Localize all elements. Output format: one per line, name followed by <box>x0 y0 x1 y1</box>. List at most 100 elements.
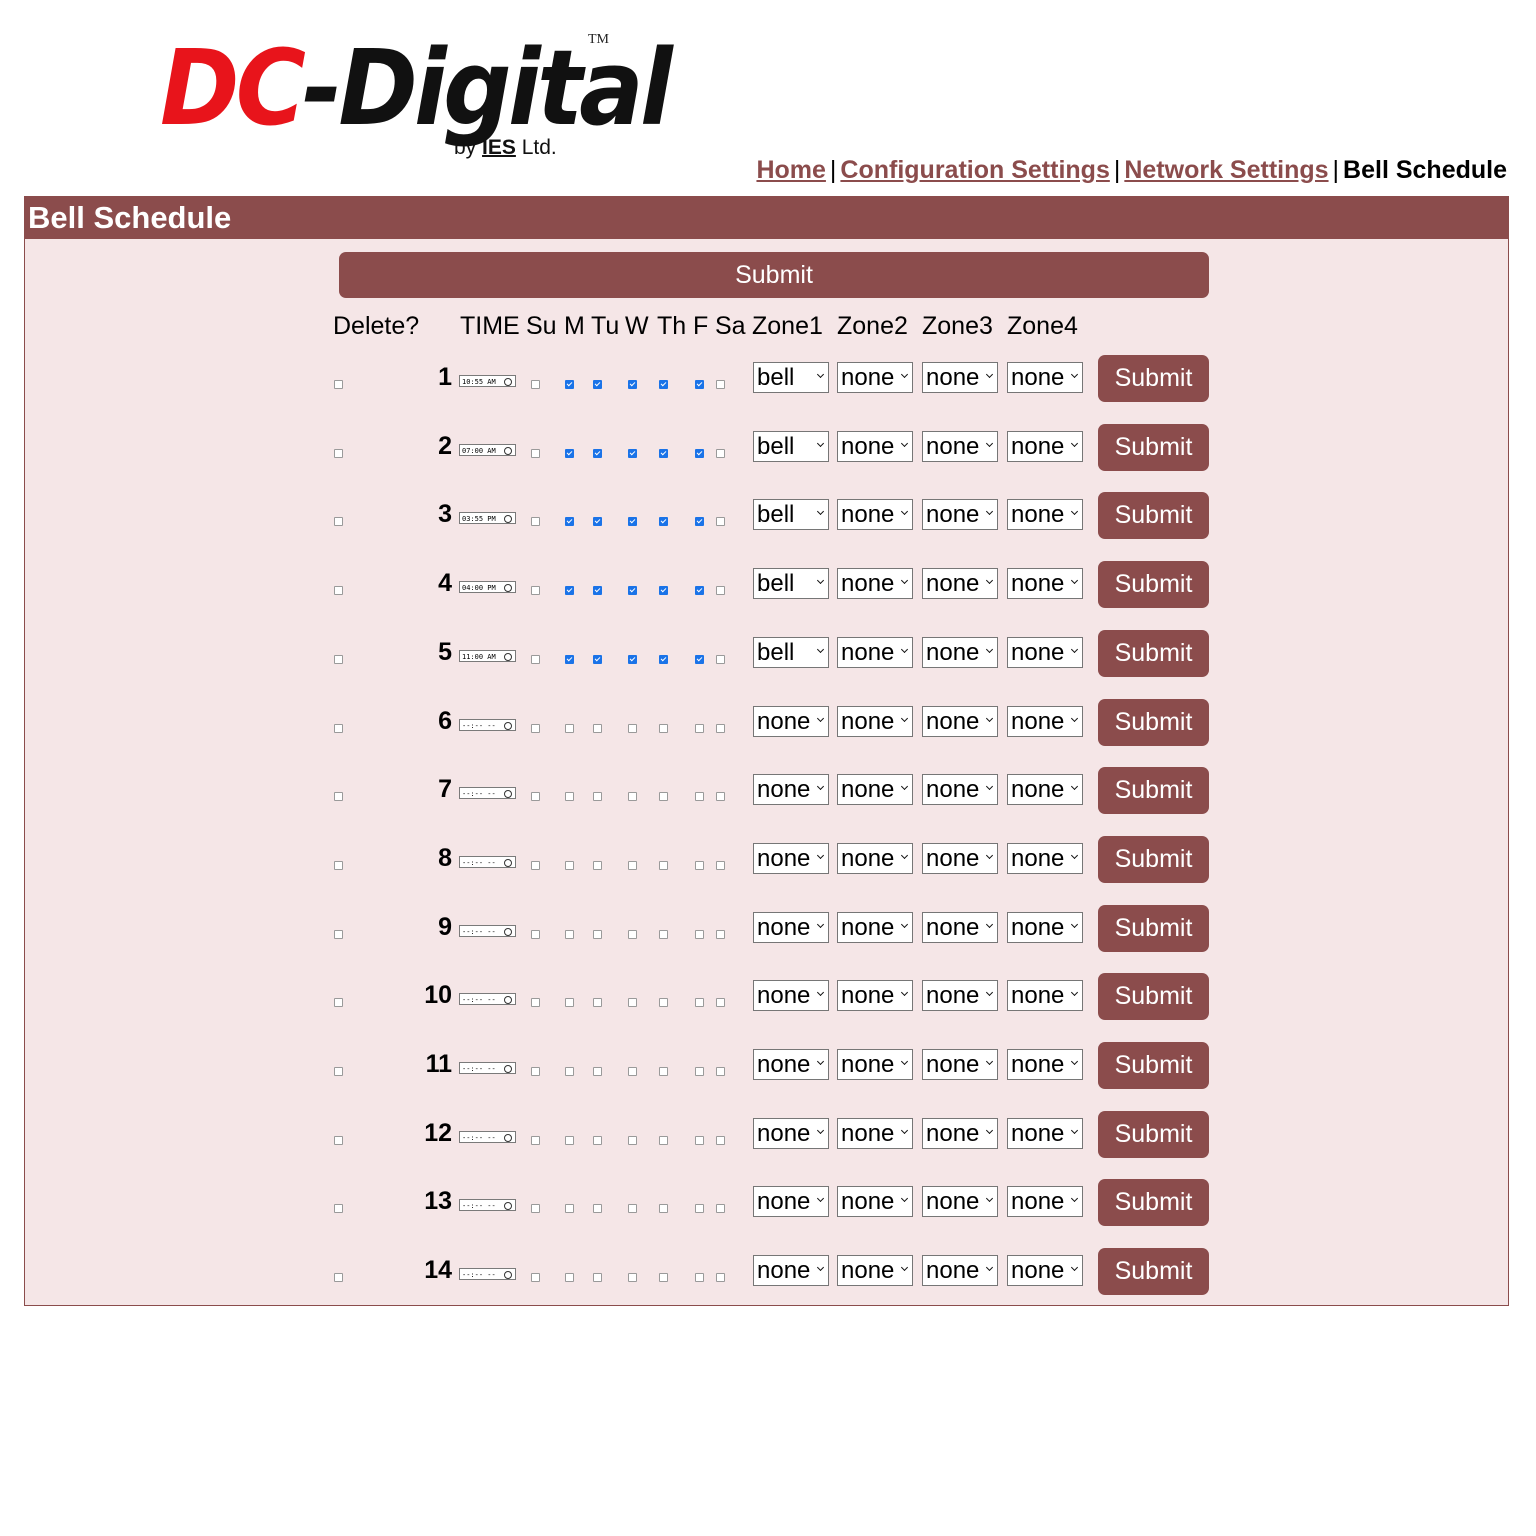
row-submit-button[interactable]: Submit <box>1098 355 1209 402</box>
zone3-select[interactable]: none <box>922 430 998 462</box>
zone1-select[interactable]: bell <box>753 499 829 531</box>
time-input[interactable]: 03:55 PM <box>459 512 516 525</box>
zone4-select[interactable]: none <box>1007 911 1083 943</box>
day-checkbox-sa[interactable] <box>716 1273 725 1283</box>
day-checkbox-su[interactable] <box>531 517 540 527</box>
day-checkbox-tu[interactable] <box>593 380 602 389</box>
zone1-select[interactable]: none <box>753 1255 829 1287</box>
zone1-select[interactable]: none <box>753 1117 829 1149</box>
day-checkbox-su[interactable] <box>531 1204 540 1214</box>
zone2-select[interactable]: none <box>837 636 913 668</box>
clock-icon[interactable] <box>504 446 512 455</box>
zone3-select[interactable]: none <box>922 774 998 806</box>
zone4-select[interactable]: none <box>1007 636 1083 668</box>
zone2-select[interactable]: none <box>837 362 913 393</box>
time-input[interactable]: 07:00 AM <box>459 443 516 456</box>
zone1-select[interactable]: none <box>753 774 829 806</box>
day-checkbox-w[interactable] <box>628 1067 637 1076</box>
zone3-select[interactable]: none <box>922 636 998 668</box>
zone4-select[interactable]: none <box>1007 842 1083 874</box>
delete-checkbox[interactable] <box>334 1067 343 1076</box>
zone2-select[interactable]: none <box>837 1186 913 1218</box>
zone2-select[interactable]: none <box>837 568 913 600</box>
clock-icon[interactable] <box>504 378 512 386</box>
time-input[interactable]: 10:55 AM <box>459 375 516 387</box>
zone4-select[interactable]: none <box>1007 1117 1083 1149</box>
delete-checkbox[interactable] <box>334 1135 343 1145</box>
row-submit-button[interactable]: Submit <box>1098 1179 1209 1227</box>
zone3-select[interactable]: none <box>922 1255 998 1287</box>
day-checkbox-su[interactable] <box>531 998 540 1008</box>
day-checkbox-w[interactable] <box>628 448 637 458</box>
zone1-select[interactable]: none <box>753 705 829 737</box>
row-submit-button[interactable]: Submit <box>1098 492 1209 540</box>
day-checkbox-f[interactable] <box>695 1273 704 1283</box>
clock-icon[interactable] <box>504 652 512 661</box>
day-checkbox-w[interactable] <box>628 792 637 802</box>
day-checkbox-th[interactable] <box>659 517 668 527</box>
day-checkbox-tu[interactable] <box>593 586 602 596</box>
day-checkbox-f[interactable] <box>695 517 704 527</box>
clock-icon[interactable] <box>504 1133 512 1142</box>
day-checkbox-th[interactable] <box>659 929 668 939</box>
zone1-select[interactable]: bell <box>753 568 829 600</box>
day-checkbox-w[interactable] <box>628 929 637 939</box>
day-checkbox-th[interactable] <box>659 723 668 733</box>
day-checkbox-sa[interactable] <box>716 380 725 389</box>
row-submit-button[interactable]: Submit <box>1098 629 1209 677</box>
clock-icon[interactable] <box>504 996 512 1005</box>
day-checkbox-su[interactable] <box>531 792 540 802</box>
zone3-select[interactable]: none <box>922 842 998 874</box>
zone2-select[interactable]: none <box>837 1049 913 1080</box>
delete-checkbox[interactable] <box>334 586 343 596</box>
zone4-select[interactable]: none <box>1007 1049 1083 1080</box>
delete-checkbox[interactable] <box>334 380 343 389</box>
day-checkbox-m[interactable] <box>565 929 574 939</box>
day-checkbox-w[interactable] <box>628 380 637 389</box>
time-input[interactable]: --:-- -- <box>459 1062 516 1074</box>
row-submit-button[interactable]: Submit <box>1098 423 1209 471</box>
day-checkbox-su[interactable] <box>531 380 540 389</box>
zone1-select[interactable]: none <box>753 1186 829 1218</box>
delete-checkbox[interactable] <box>334 1273 343 1283</box>
delete-checkbox[interactable] <box>334 998 343 1008</box>
time-input[interactable]: --:-- -- <box>459 1268 516 1281</box>
zone2-select[interactable]: none <box>837 1117 913 1149</box>
day-checkbox-w[interactable] <box>628 586 637 596</box>
day-checkbox-f[interactable] <box>695 448 704 458</box>
row-submit-button[interactable]: Submit <box>1098 1110 1209 1158</box>
day-checkbox-m[interactable] <box>565 1204 574 1214</box>
time-input[interactable]: --:-- -- <box>459 787 516 800</box>
day-checkbox-f[interactable] <box>695 998 704 1008</box>
nav-configuration-settings-link[interactable]: Configuration Settings <box>840 156 1109 184</box>
zone2-select[interactable]: none <box>837 911 913 943</box>
day-checkbox-tu[interactable] <box>593 1273 602 1283</box>
day-checkbox-su[interactable] <box>531 929 540 939</box>
clock-icon[interactable] <box>504 858 512 867</box>
zone4-select[interactable]: none <box>1007 1186 1083 1218</box>
day-checkbox-tu[interactable] <box>593 929 602 939</box>
day-checkbox-w[interactable] <box>628 860 637 870</box>
clock-icon[interactable] <box>504 1271 512 1280</box>
day-checkbox-th[interactable] <box>659 586 668 596</box>
day-checkbox-m[interactable] <box>565 1135 574 1145</box>
day-checkbox-tu[interactable] <box>593 723 602 733</box>
zone4-select[interactable]: none <box>1007 568 1083 600</box>
zone4-select[interactable]: none <box>1007 362 1083 393</box>
zone3-select[interactable]: none <box>922 1186 998 1218</box>
day-checkbox-w[interactable] <box>628 517 637 527</box>
day-checkbox-sa[interactable] <box>716 723 725 733</box>
day-checkbox-th[interactable] <box>659 998 668 1008</box>
day-checkbox-th[interactable] <box>659 1135 668 1145</box>
day-checkbox-tu[interactable] <box>593 792 602 802</box>
day-checkbox-tu[interactable] <box>593 448 602 458</box>
day-checkbox-su[interactable] <box>531 654 540 664</box>
time-input[interactable]: 04:00 PM <box>459 581 516 594</box>
day-checkbox-sa[interactable] <box>716 860 725 870</box>
day-checkbox-m[interactable] <box>565 448 574 458</box>
day-checkbox-m[interactable] <box>565 860 574 870</box>
day-checkbox-sa[interactable] <box>716 929 725 939</box>
submit-all-button[interactable]: Submit <box>339 252 1209 298</box>
day-checkbox-su[interactable] <box>531 1135 540 1145</box>
day-checkbox-tu[interactable] <box>593 1204 602 1214</box>
